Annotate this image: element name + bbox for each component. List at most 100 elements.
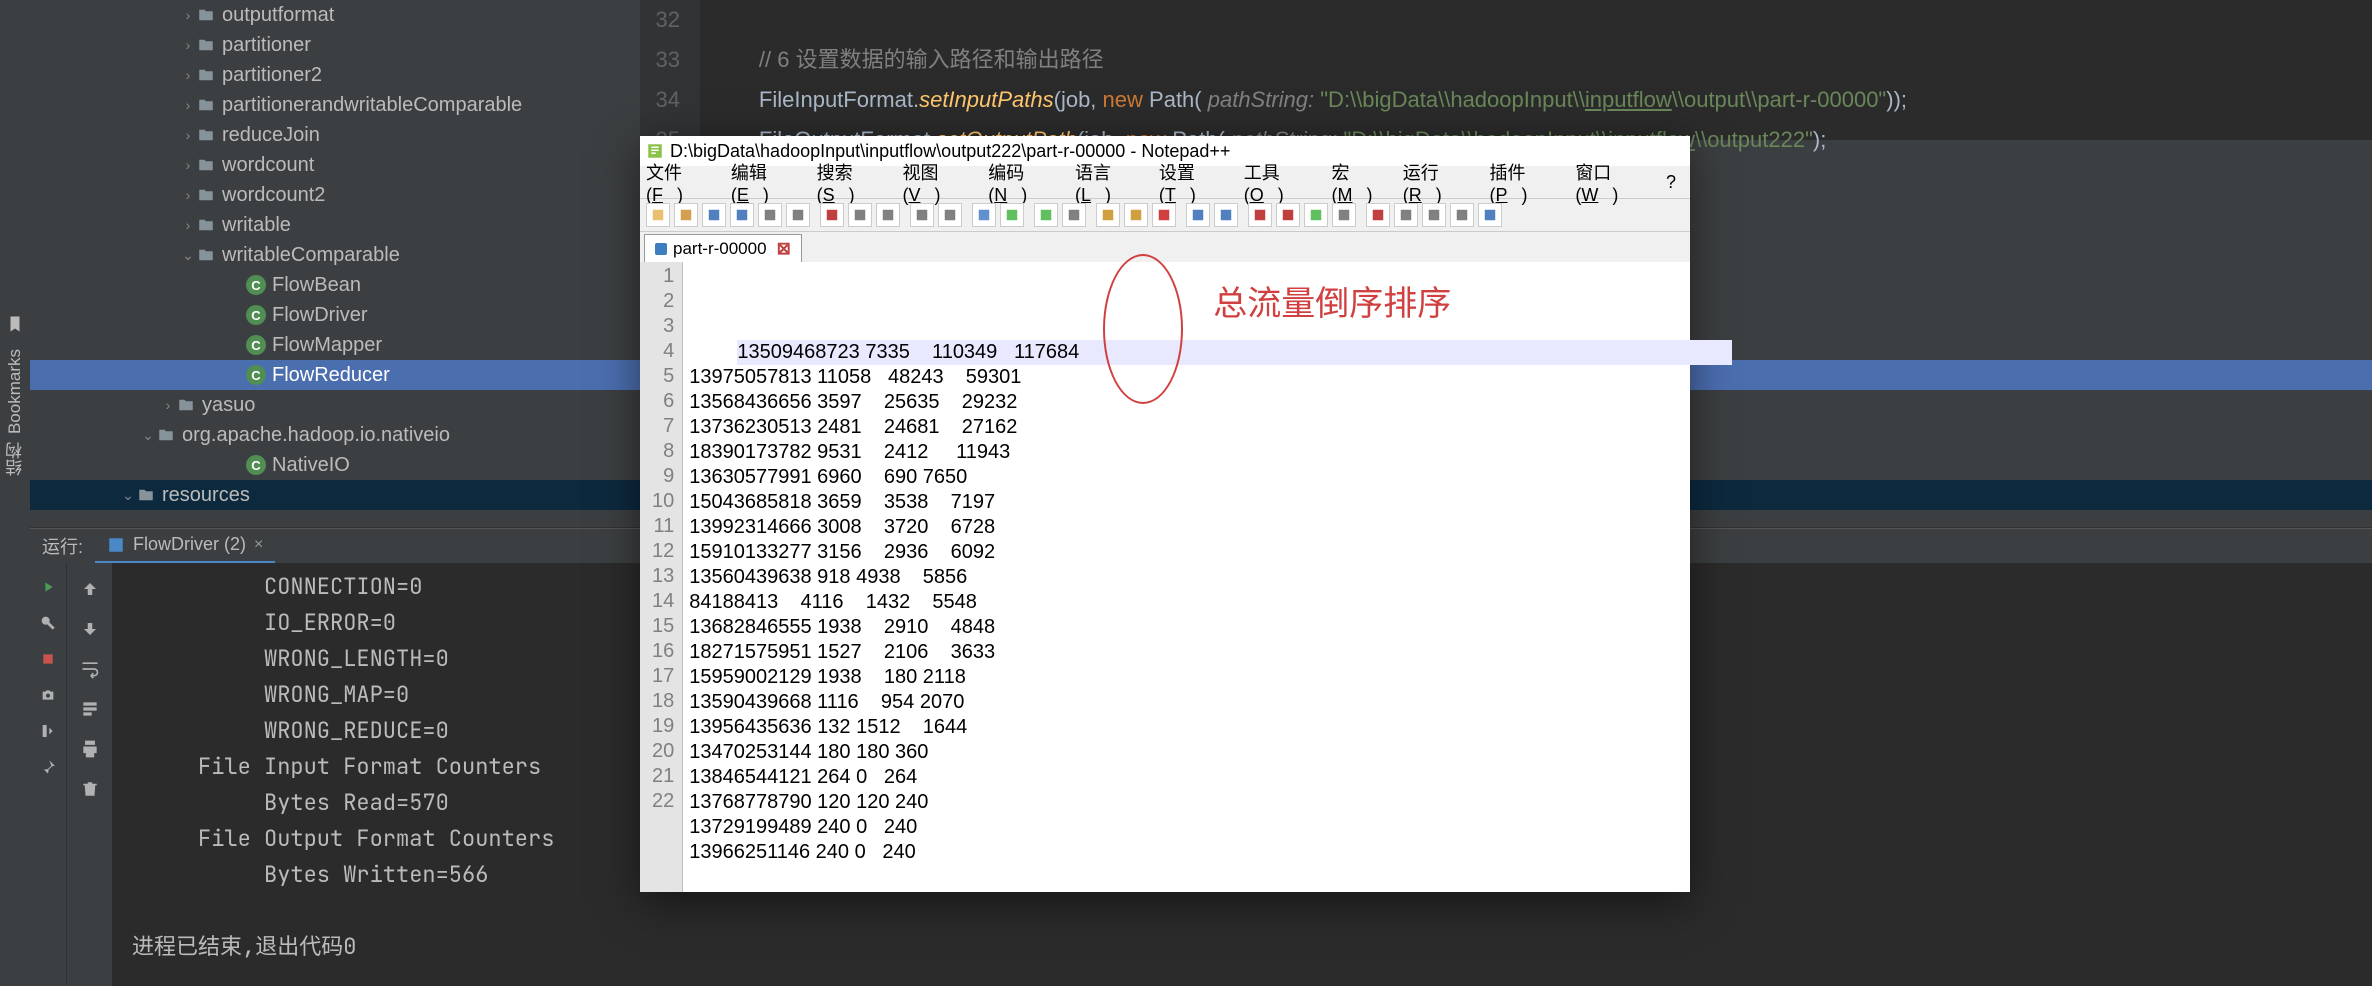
toolbar-button[interactable]: [972, 203, 996, 227]
file-tab[interactable]: part-r-00000 ⊠: [644, 234, 802, 262]
structure-label[interactable]: 结构: [3, 442, 28, 476]
tool-icon: [651, 208, 665, 222]
menu-item[interactable]: 工具(O): [1244, 159, 1318, 206]
toolbar-button[interactable]: [1332, 203, 1356, 227]
tree-item-label: outputformat: [222, 4, 334, 27]
menu-item[interactable]: 语言(L): [1075, 159, 1145, 206]
tool-icon: [1281, 208, 1295, 222]
tree-item-label: FlowMapper: [272, 334, 382, 357]
close-icon[interactable]: ×: [254, 536, 263, 554]
tool-icon: [1101, 208, 1115, 222]
tool-icon: [1219, 208, 1233, 222]
tree-item-label: yasuo: [202, 394, 255, 417]
text-content[interactable]: 总流量倒序排序 13509468723 7335 110349 11768413…: [683, 262, 1690, 892]
toolbar-button[interactable]: [786, 203, 810, 227]
line-number: 33: [640, 40, 700, 80]
text-line: 13470253144 180 180 360: [689, 740, 1684, 765]
run-tab[interactable]: FlowDriver (2) ×: [95, 529, 275, 564]
menu-item[interactable]: 搜索(S): [817, 159, 889, 206]
text-line: 13956435636 132 1512 1644: [689, 715, 1684, 740]
menu-item[interactable]: 文件(F): [646, 159, 717, 206]
toolbar-button[interactable]: [1124, 203, 1148, 227]
toolbar-button[interactable]: [1394, 203, 1418, 227]
toolbar-button[interactable]: [1096, 203, 1120, 227]
toolbar-button[interactable]: [1478, 203, 1502, 227]
menu-bar[interactable]: 文件(F)编辑(E)搜索(S)视图(V)编码(N)语言(L)设置(T)工具(O)…: [640, 166, 1690, 198]
tree-item-label: writable: [222, 214, 291, 237]
toolbar-button[interactable]: [876, 203, 900, 227]
toolbar-button[interactable]: [848, 203, 872, 227]
menu-item[interactable]: ?: [1666, 172, 1676, 193]
menu-item[interactable]: 插件(P): [1490, 159, 1562, 206]
class-icon: C: [246, 335, 266, 355]
stop-icon[interactable]: [36, 647, 60, 671]
tool-icon: [1337, 208, 1351, 222]
text-line: 13846544121 264 0 264: [689, 765, 1684, 790]
tool-icon: [853, 208, 867, 222]
tree-item-label: FlowReducer: [272, 364, 390, 387]
toolbar-button[interactable]: [730, 203, 754, 227]
bookmark-icon[interactable]: [6, 315, 24, 333]
toolbar-button[interactable]: [1276, 203, 1300, 227]
toolbar-button[interactable]: [1062, 203, 1086, 227]
text-line: 13736230513 2481 24681 27162: [689, 415, 1684, 440]
menu-item[interactable]: 运行(R): [1403, 159, 1476, 206]
toolbar-button[interactable]: [1304, 203, 1328, 227]
toolbar-button[interactable]: [646, 203, 670, 227]
toolbar-button[interactable]: [758, 203, 782, 227]
toolbar-button[interactable]: [1152, 203, 1176, 227]
rerun-icon[interactable]: [36, 575, 60, 599]
camera-icon[interactable]: [36, 683, 60, 707]
file-tabs[interactable]: part-r-00000 ⊠: [640, 232, 1690, 262]
print-icon[interactable]: [76, 735, 104, 763]
toolbar-button[interactable]: [1000, 203, 1024, 227]
toolbar-button[interactable]: [938, 203, 962, 227]
toolbar-button[interactable]: [910, 203, 934, 227]
toolbar-button[interactable]: [1450, 203, 1474, 227]
menu-item[interactable]: 编码(N): [988, 159, 1061, 206]
bookmarks-label[interactable]: Bookmarks: [5, 349, 25, 434]
trash-icon[interactable]: [76, 775, 104, 803]
text-line: 18271575951 1527 2106 3633: [689, 640, 1684, 665]
code-editor[interactable]: 32 33 // 6 设置数据的输入路径和输出路径 34 FileInputFo…: [640, 0, 2372, 140]
wrench-icon[interactable]: [36, 611, 60, 635]
down-icon[interactable]: [76, 615, 104, 643]
pin-icon[interactable]: [36, 755, 60, 779]
exit-icon[interactable]: [36, 719, 60, 743]
notepad-window[interactable]: D:\bigData\hadoopInput\inputflow\output2…: [640, 136, 1690, 892]
toolbar-button[interactable]: [1186, 203, 1210, 227]
annotation-circle: [1103, 254, 1183, 404]
tool-icon: [1253, 208, 1267, 222]
toolbar-button[interactable]: [1366, 203, 1390, 227]
scroll-end-icon[interactable]: [76, 695, 104, 723]
close-tab-icon[interactable]: ⊠: [777, 239, 791, 259]
ide-left-gutter: Bookmarks 结构: [0, 0, 30, 986]
text-editor[interactable]: 12345678910111213141516171819202122 总流量倒…: [640, 262, 1690, 892]
text-line: 18390173782 9531 2412 11943: [689, 440, 1684, 465]
soft-wrap-icon[interactable]: [76, 655, 104, 683]
tool-icon: [881, 208, 895, 222]
up-icon[interactable]: [76, 575, 104, 603]
tool-icon: [791, 208, 805, 222]
run-config-icon: [107, 536, 125, 554]
toolbar-button[interactable]: [702, 203, 726, 227]
menu-item[interactable]: 设置(T): [1159, 159, 1230, 206]
text-line: 13568436656 3597 25635 29232: [689, 390, 1684, 415]
toolbar-button[interactable]: [1422, 203, 1446, 227]
toolbar-button[interactable]: [1248, 203, 1272, 227]
toolbar-button[interactable]: [1214, 203, 1238, 227]
menu-item[interactable]: 视图(V): [902, 159, 974, 206]
menu-item[interactable]: 宏(M): [1331, 159, 1388, 206]
menu-item[interactable]: 窗口(W): [1575, 159, 1652, 206]
text-line: 13768778790 120 120 240: [689, 790, 1684, 815]
run-action-column: [30, 563, 66, 986]
toolbar-button[interactable]: [820, 203, 844, 227]
tool-icon: [707, 208, 721, 222]
menu-item[interactable]: 编辑(E): [731, 159, 803, 206]
toolbar-button[interactable]: [674, 203, 698, 227]
tool-icon: [1309, 208, 1323, 222]
class-icon: C: [246, 455, 266, 475]
folder-icon: [196, 35, 216, 55]
toolbar-button[interactable]: [1034, 203, 1058, 227]
tool-icon: [1455, 208, 1469, 222]
